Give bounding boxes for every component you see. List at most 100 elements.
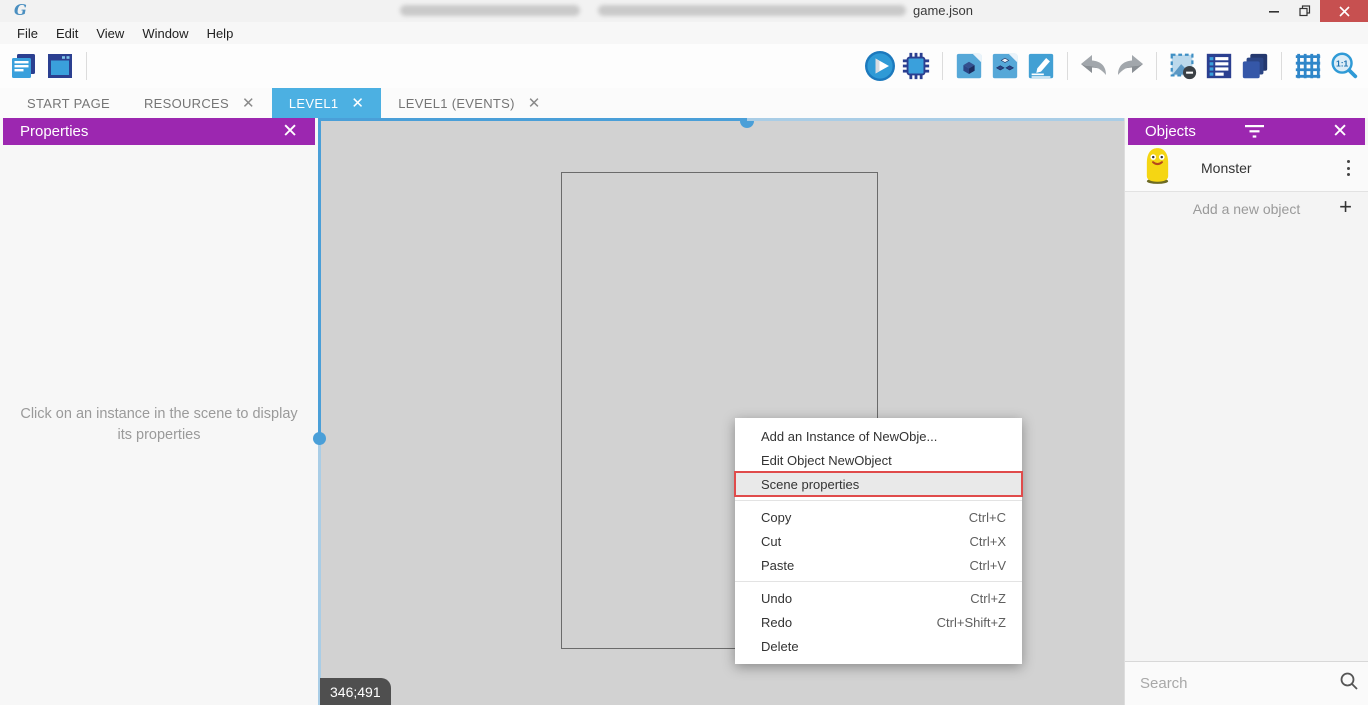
menu-item-shortcut: Ctrl+V	[970, 558, 1006, 573]
zoom-1to1-icon[interactable]: 1:1	[1326, 48, 1362, 84]
menu-item-paste[interactable]: Paste Ctrl+V	[735, 553, 1022, 577]
add-object-icon[interactable]	[951, 48, 987, 84]
add-object-label: Add a new object	[1193, 201, 1300, 217]
menu-item-cut[interactable]: Cut Ctrl+X	[735, 529, 1022, 553]
filter-icon[interactable]	[1245, 125, 1264, 138]
menu-item-label: Scene properties	[761, 477, 859, 492]
properties-empty-message: Click on an instance in the scene to dis…	[0, 404, 318, 446]
menu-window[interactable]: Window	[133, 26, 197, 41]
horizontal-scrollbar[interactable]	[747, 118, 1124, 121]
grid-icon[interactable]	[1290, 48, 1326, 84]
tab-start-page[interactable]: START PAGE	[10, 88, 127, 118]
close-button[interactable]	[1320, 0, 1368, 22]
menu-item-shortcut: Ctrl+C	[969, 510, 1006, 525]
menu-help[interactable]: Help	[198, 26, 243, 41]
titlebar: G game.json	[0, 0, 1368, 22]
main-area: Properties ✕ Click on an instance in the…	[0, 118, 1368, 705]
cursor-coordinates: 346;491	[320, 678, 391, 705]
restore-button[interactable]	[1289, 0, 1320, 22]
vertical-scrollbar-handle[interactable]	[313, 432, 326, 445]
objects-editor-icon[interactable]	[1165, 48, 1201, 84]
objects-search-row	[1125, 661, 1368, 705]
search-icon[interactable]	[1339, 671, 1359, 696]
menu-item-add-instance[interactable]: Add an Instance of NewObje...	[735, 424, 1022, 448]
gdevelop-logo-icon: G	[13, 2, 29, 18]
project-manager-icon[interactable]	[6, 48, 42, 84]
properties-panel-header: Properties ✕	[3, 118, 315, 145]
menu-view[interactable]: View	[87, 26, 133, 41]
toolbar-separator	[1156, 52, 1157, 80]
menu-item-label: Delete	[761, 639, 799, 654]
context-menu: Add an Instance of NewObje... Edit Objec…	[735, 418, 1022, 664]
menu-item-undo[interactable]: Undo Ctrl+Z	[735, 586, 1022, 610]
menu-file[interactable]: File	[8, 26, 47, 41]
tab-label: LEVEL1	[289, 96, 339, 111]
properties-panel: Properties ✕ Click on an instance in the…	[0, 118, 318, 705]
menu-edit[interactable]: Edit	[47, 26, 87, 41]
gdevelop-window: G game.json File Edit View Window Help	[0, 0, 1368, 705]
close-panel-icon[interactable]: ✕	[1332, 122, 1348, 141]
tab-level1-events[interactable]: LEVEL1 (EVENTS) ✕	[381, 88, 557, 118]
objects-panel-header: Objects ✕	[1128, 118, 1365, 145]
svg-text:G: G	[14, 2, 27, 18]
redo-icon[interactable]	[1112, 48, 1148, 84]
horizontal-scrollbar-handle[interactable]	[740, 121, 754, 128]
menu-item-scene-properties[interactable]: Scene properties	[735, 472, 1022, 496]
play-icon[interactable]	[862, 48, 898, 84]
undo-icon[interactable]	[1076, 48, 1112, 84]
tab-resources[interactable]: RESOURCES ✕	[127, 88, 272, 118]
menu-item-label: Copy	[761, 510, 791, 525]
menu-item-label: Paste	[761, 558, 794, 573]
menu-item-shortcut: Ctrl+Shift+Z	[937, 615, 1006, 630]
svg-text:1:1: 1:1	[1336, 58, 1349, 68]
menu-item-label: Undo	[761, 591, 792, 606]
tab-label: LEVEL1 (EVENTS)	[398, 96, 515, 111]
object-name: Monster	[1201, 160, 1252, 176]
menu-separator	[735, 500, 1022, 501]
objects-panel: Objects ✕ Monster	[1124, 118, 1368, 705]
edit-scene-icon[interactable]	[1023, 48, 1059, 84]
add-multiple-objects-icon[interactable]	[987, 48, 1023, 84]
objects-search-input[interactable]	[1140, 675, 1339, 692]
properties-panel-title: Properties	[20, 123, 88, 140]
toolbar: 1:1	[0, 44, 1368, 88]
minimize-button[interactable]	[1258, 0, 1289, 22]
window-controls	[1258, 0, 1368, 22]
menu-item-redo[interactable]: Redo Ctrl+Shift+Z	[735, 610, 1022, 634]
menu-item-label: Redo	[761, 615, 792, 630]
toolbar-separator	[1281, 52, 1282, 80]
instances-list-icon[interactable]	[1201, 48, 1237, 84]
menu-item-label: Edit Object NewObject	[761, 453, 892, 468]
layers-editor-icon[interactable]	[1237, 48, 1273, 84]
menu-item-shortcut: Ctrl+Z	[970, 591, 1006, 606]
vertical-scrollbar[interactable]	[318, 438, 321, 705]
object-row-monster[interactable]: Monster	[1125, 145, 1368, 192]
window-title: game.json	[913, 3, 973, 18]
close-tab-icon[interactable]: ✕	[528, 96, 541, 111]
menu-item-delete[interactable]: Delete	[735, 634, 1022, 658]
tab-label: RESOURCES	[144, 96, 229, 111]
vertical-scrollbar[interactable]	[318, 118, 321, 438]
add-object-row[interactable]: Add a new object +	[1125, 192, 1368, 225]
plus-icon[interactable]: +	[1339, 194, 1352, 220]
monster-yellow-icon	[1144, 147, 1171, 189]
menu-item-shortcut: Ctrl+X	[970, 534, 1006, 549]
object-options-icon[interactable]	[1343, 155, 1354, 182]
menu-item-copy[interactable]: Copy Ctrl+C	[735, 505, 1022, 529]
horizontal-scrollbar[interactable]	[318, 118, 747, 121]
menu-item-label: Add an Instance of NewObje...	[761, 429, 937, 444]
tab-label: START PAGE	[27, 96, 110, 111]
menu-bar: File Edit View Window Help	[0, 22, 1368, 44]
debug-icon[interactable]	[898, 48, 934, 84]
tab-level1[interactable]: LEVEL1 ✕	[272, 88, 381, 118]
close-tab-icon[interactable]: ✕	[351, 96, 364, 111]
toolbar-separator	[86, 52, 87, 80]
menu-item-edit-object[interactable]: Edit Object NewObject	[735, 448, 1022, 472]
close-tab-icon[interactable]: ✕	[242, 96, 255, 111]
redacted-title-segment	[598, 5, 906, 16]
menu-item-label: Cut	[761, 534, 781, 549]
close-panel-icon[interactable]: ✕	[282, 122, 298, 141]
objects-panel-title: Objects	[1145, 123, 1196, 140]
toolbar-separator	[942, 52, 943, 80]
start-page-icon[interactable]	[42, 48, 78, 84]
